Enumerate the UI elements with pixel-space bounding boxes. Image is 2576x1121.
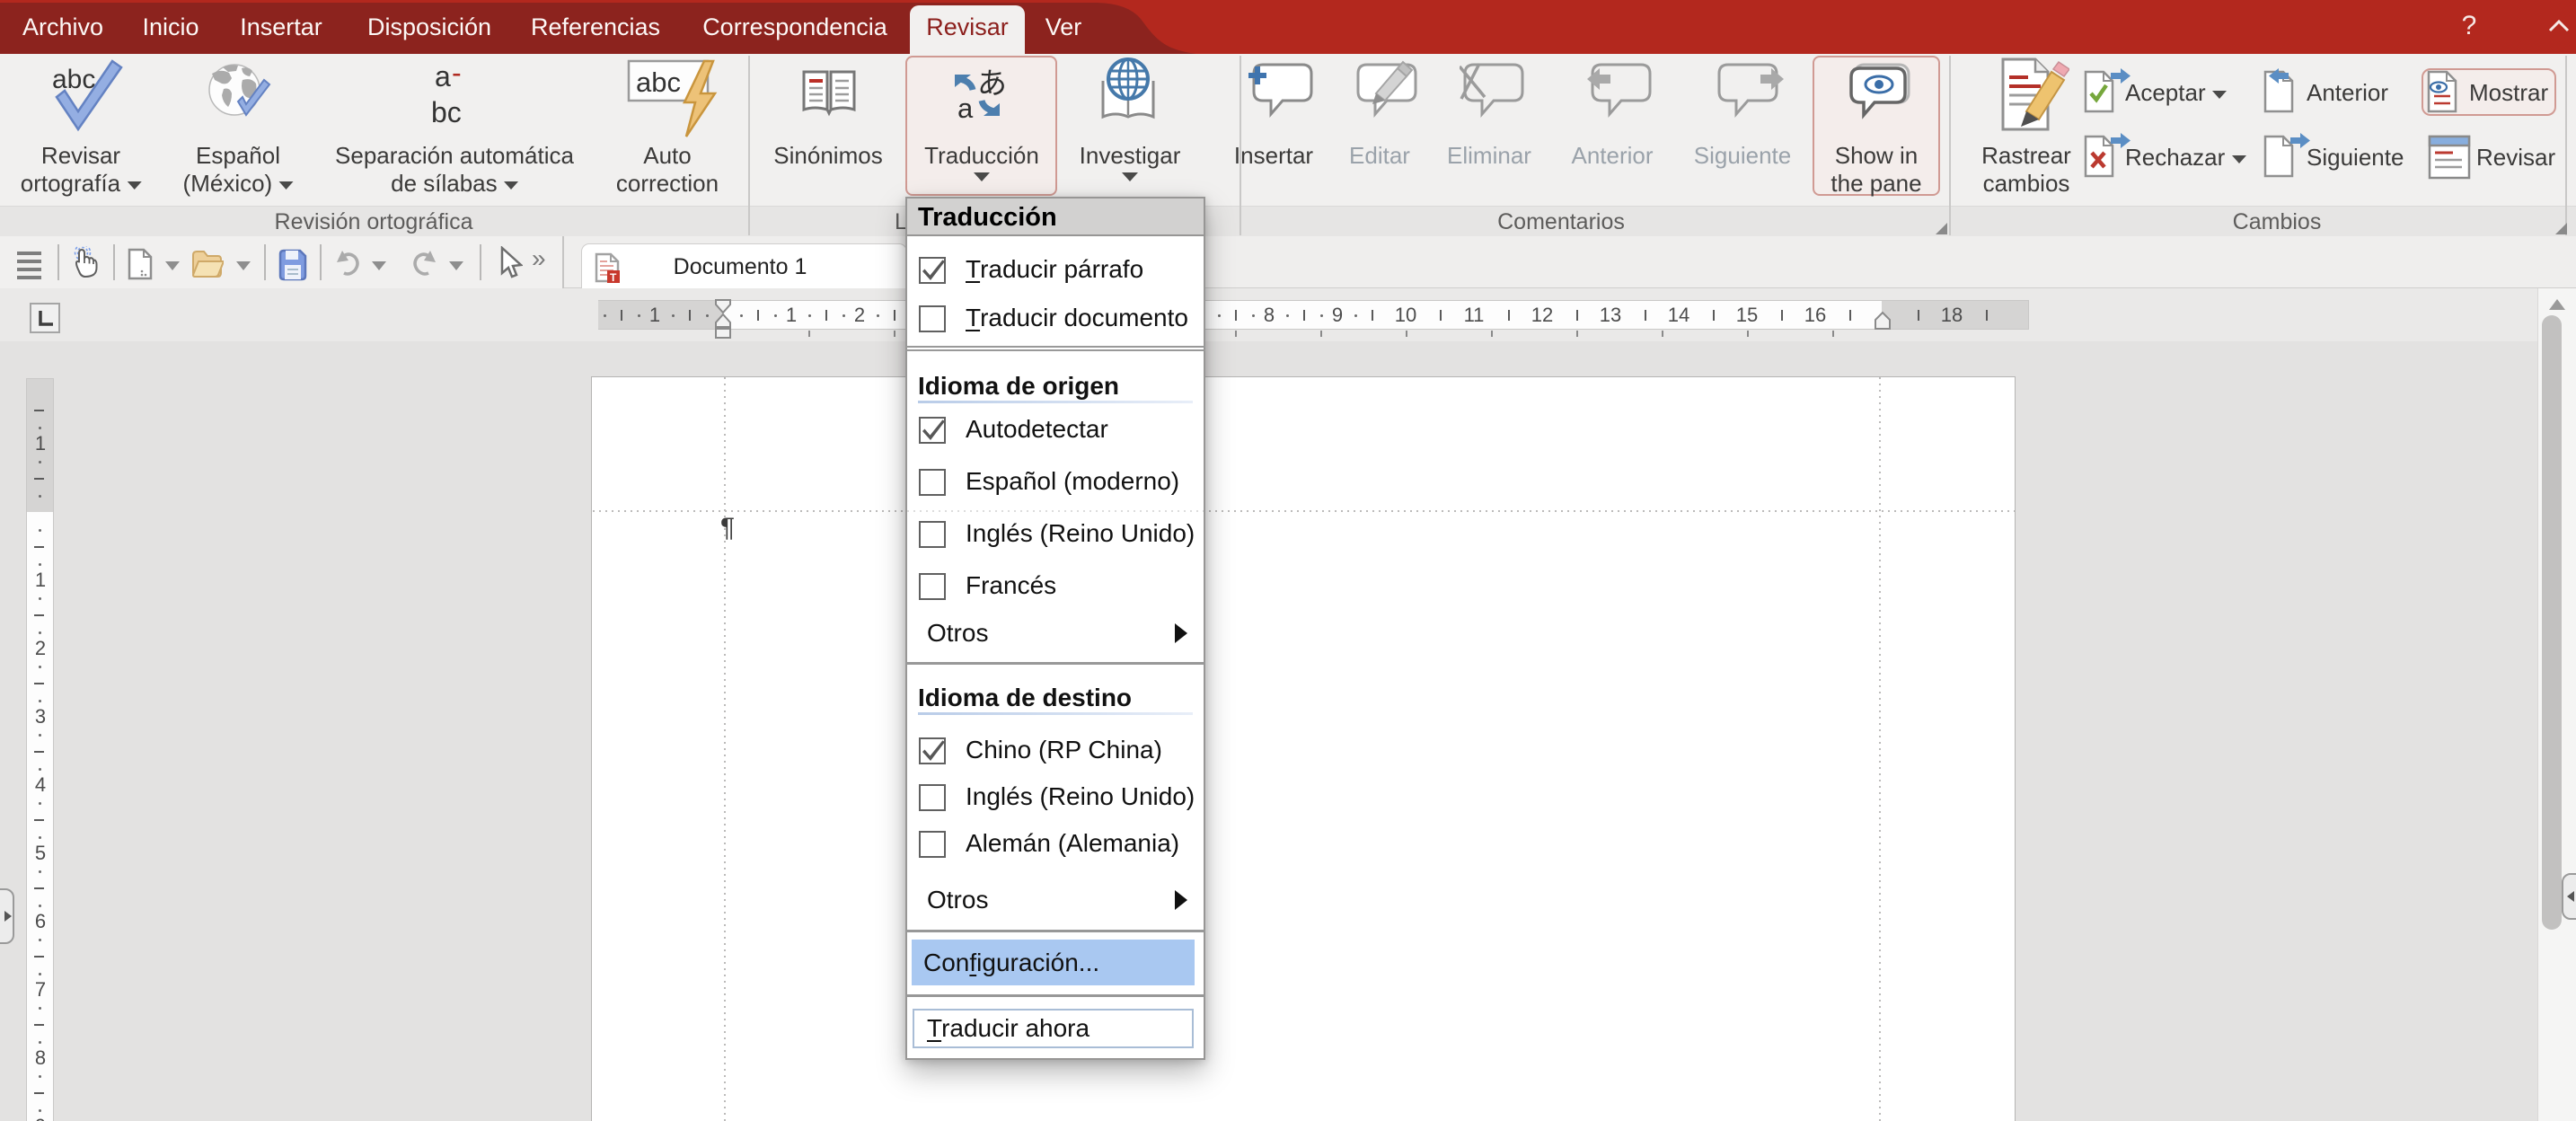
- svg-text:abc: abc: [636, 66, 681, 98]
- svg-text:a: a: [435, 60, 451, 93]
- svg-text:abc: abc: [52, 65, 95, 94]
- svg-text:bc: bc: [431, 96, 462, 128]
- svg-text:T: T: [610, 271, 617, 284]
- svg-text:-: -: [452, 57, 462, 89]
- svg-text:あ: あ: [977, 66, 1007, 100]
- svg-text:a: a: [957, 93, 974, 124]
